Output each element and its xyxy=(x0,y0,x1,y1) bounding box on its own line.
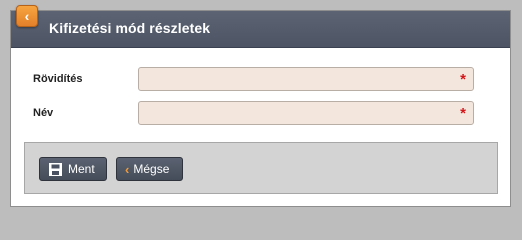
dialog-header: ‹ Kifizetési mód részletek xyxy=(11,5,510,48)
save-button-label: Ment xyxy=(68,162,95,176)
name-label: Név xyxy=(33,107,54,119)
form-row-name: Név * xyxy=(11,101,510,127)
name-input[interactable]: * xyxy=(138,101,474,125)
abbreviation-input[interactable]: * xyxy=(138,67,474,91)
dialog-footer: Ment ‹ Mégse xyxy=(24,142,498,194)
back-button[interactable]: ‹ xyxy=(16,5,38,27)
form-row-abbreviation: Rövidítés * xyxy=(11,67,510,93)
required-marker: * xyxy=(460,71,466,88)
floppy-disk-icon xyxy=(46,162,64,176)
abbreviation-label: Rövidítés xyxy=(33,73,83,85)
cancel-button-label: Mégse xyxy=(133,162,170,176)
cancel-button[interactable]: ‹ Mégse xyxy=(116,157,183,181)
payment-method-dialog: ‹ Kifizetési mód részletek Rövidítés * N… xyxy=(10,5,511,207)
save-button[interactable]: Ment xyxy=(39,157,107,181)
chevron-left-icon: ‹ xyxy=(125,161,130,177)
dialog-title: Kifizetési mód részletek xyxy=(49,20,211,36)
required-marker: * xyxy=(460,105,466,122)
chevron-left-icon: ‹ xyxy=(24,8,30,24)
